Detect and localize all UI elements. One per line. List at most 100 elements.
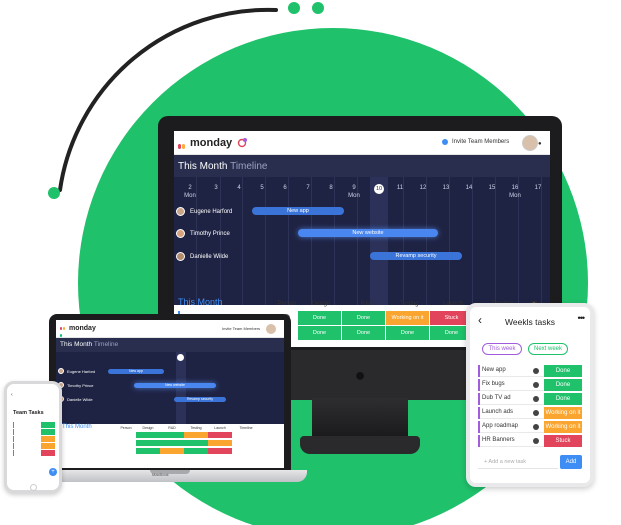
person-icon[interactable] [533,396,539,402]
timeline-today[interactable]: 10 [374,184,384,194]
status-cell[interactable] [208,448,232,454]
task-row[interactable] [13,436,55,442]
timeline-day: 5 [260,185,264,191]
task-name: Launch ads [482,409,514,415]
column-header[interactable]: Design [304,301,338,307]
column-header[interactable]: Person [118,426,134,430]
column-header[interactable]: Testing [392,301,426,307]
column-header[interactable]: R&D [162,426,182,430]
task-status[interactable]: Working on it [544,407,582,419]
task-status[interactable] [41,450,55,456]
timeline-today[interactable] [177,354,184,361]
status-cell[interactable]: Done [342,326,386,340]
user-avatar[interactable] [266,324,276,334]
person-icon[interactable] [533,382,539,388]
task-status[interactable] [41,443,55,449]
task-row[interactable] [13,443,55,449]
task-status[interactable]: Done [544,379,582,391]
status-cell[interactable]: Done [342,311,386,325]
timeline-bar[interactable]: Revamp security [174,397,226,402]
monday-logo[interactable]: monday [60,325,96,338]
column-header[interactable]: R&D [350,301,384,307]
person-icon[interactable] [533,368,539,374]
timeline-person-row[interactable]: Danielle Wilde [176,252,228,261]
board-group-title[interactable]: This Month [62,424,92,430]
back-chevron-icon[interactable]: ‹ [11,392,13,398]
timeline-person-row[interactable]: Timothy Prince [176,229,230,238]
status-cell[interactable]: Done [298,326,342,340]
timeline-bar[interactable]: New app [108,369,164,374]
timeline-person-row[interactable]: Danielle Wilde [58,396,93,402]
add-task-input[interactable]: + Add a new task [478,455,558,469]
timeline-bar[interactable]: New website [134,383,216,388]
column-header[interactable]: Testing [186,426,206,430]
task-name: Fix bugs [482,381,505,387]
task-status[interactable]: Working on it [544,421,582,433]
user-avatar[interactable] [522,135,538,151]
board-group-title[interactable]: This Month [178,297,223,307]
timeline-title: This Month Timeline [178,161,268,172]
status-cell[interactable] [136,440,160,446]
column-header[interactable]: Person [274,301,300,307]
invite-team-members-link[interactable]: Invite Team Members [222,326,260,331]
task-row[interactable]: App roadmap Working on it [478,421,582,433]
timeline-day: 11 [396,185,404,191]
timeline-day: 4 [237,185,241,191]
status-cell[interactable] [208,432,232,438]
status-cell[interactable]: Done [298,311,342,325]
task-status[interactable]: Done [544,393,582,405]
avatar-menu-icon[interactable]: ● [538,141,542,147]
status-cell[interactable] [184,432,208,438]
person-icon[interactable] [533,438,539,444]
task-row[interactable] [13,450,55,456]
status-cell[interactable] [160,440,184,446]
status-cell[interactable]: Done [386,326,430,340]
status-cell[interactable] [160,432,184,438]
status-cell[interactable]: Working on it [386,311,430,325]
task-status[interactable]: Stuck [544,435,582,447]
task-row[interactable]: Dub TV ad Done [478,393,582,405]
timeline-day: 3 [214,185,218,191]
add-task-button[interactable]: Add [560,455,582,469]
tab-next-week[interactable]: Next week [528,343,568,355]
task-row[interactable] [13,422,55,428]
status-cell[interactable] [184,448,208,454]
timeline-bar[interactable]: New website [298,229,438,237]
invite-team-members-link[interactable]: Invite Team Members [452,139,509,145]
task-row[interactable]: HR Banners Stuck [478,435,582,447]
task-status[interactable]: Done [544,365,582,377]
timeline-person-row[interactable]: Eugene Harford [58,368,95,374]
timeline-person-row[interactable]: Eugene Harford [176,207,232,216]
timeline-person-row[interactable]: Timothy Prince [58,382,94,388]
status-cell[interactable] [208,440,232,446]
more-options-icon[interactable]: ••• [578,313,586,323]
column-header[interactable]: Timeline [234,426,258,430]
timeline-bar[interactable]: New app [252,207,344,215]
add-task-fab[interactable]: + [49,468,57,476]
task-row[interactable] [13,429,55,435]
task-name: App roadmap [482,423,519,429]
timeline-bar[interactable]: Revamp security [370,252,462,260]
invite-icon [442,139,448,145]
task-row[interactable]: Launch ads Working on it [478,407,582,419]
status-cell[interactable] [136,448,160,454]
home-button[interactable] [30,484,37,491]
timeline-header: This Month Timeline [174,155,550,177]
task-status[interactable] [41,436,55,442]
status-cell[interactable] [160,448,184,454]
monday-logo[interactable]: monday [178,137,232,162]
column-header[interactable]: Launch [210,426,230,430]
column-header[interactable]: Launch [436,301,470,307]
notification-icon[interactable] [236,137,248,149]
person-icon[interactable] [533,424,539,430]
task-status[interactable] [41,429,55,435]
status-cell[interactable] [136,432,160,438]
status-cell[interactable] [184,440,208,446]
task-row[interactable]: New app Done [478,365,582,377]
task-row[interactable]: Fix bugs Done [478,379,582,391]
monday-logo-icon [60,325,67,338]
column-header[interactable]: Design [138,426,158,430]
tab-this-week[interactable]: This week [482,343,522,355]
person-icon[interactable] [533,410,539,416]
task-status[interactable] [41,422,55,428]
